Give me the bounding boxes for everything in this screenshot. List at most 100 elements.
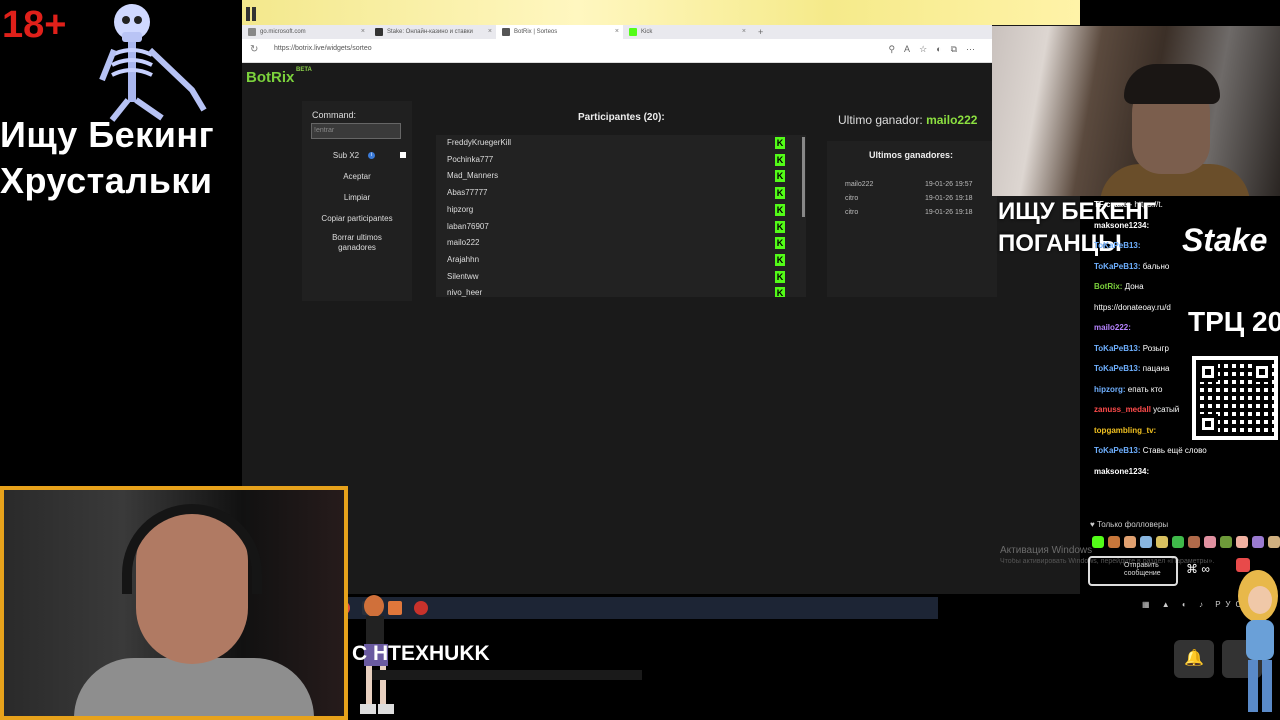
chat-username[interactable]: ToKaPeB13: bbox=[1094, 446, 1141, 455]
followers-only-label: ♥ Только фолловеры bbox=[1090, 520, 1169, 529]
streamer-name: C HTEXHUKK bbox=[352, 642, 490, 665]
chat-more-icon[interactable]: ⌘ ∞ bbox=[1186, 562, 1210, 576]
emote-icon[interactable] bbox=[1124, 536, 1136, 548]
botrix-logo: BotRix BETA bbox=[246, 67, 312, 86]
winner-name: citro bbox=[845, 195, 859, 202]
chat-username[interactable]: maksone1234: bbox=[1094, 467, 1149, 476]
emote-icon[interactable] bbox=[1092, 536, 1104, 548]
limpiar-button[interactable]: Limpiar bbox=[302, 193, 412, 203]
participant-row: Silentww K bbox=[436, 269, 806, 286]
strip-marker bbox=[252, 7, 256, 21]
chat-text: епать кто bbox=[1127, 384, 1163, 394]
tab-favicon-icon bbox=[248, 28, 256, 36]
participant-row: Mad_Manners K bbox=[436, 168, 806, 185]
tab-stake[interactable]: Stake: Онлайн-казино и ставки × bbox=[369, 25, 496, 39]
last-winner-label: Ultimo ganador: bbox=[838, 113, 923, 127]
reload-icon[interactable]: ↻ bbox=[250, 44, 258, 55]
chat-message: ToKaPeB13: Розыгр bbox=[1094, 344, 1169, 353]
windows-activation-title: Активация Windows bbox=[1000, 545, 1093, 556]
participant-row: hipzorg K bbox=[436, 202, 806, 219]
kick-icon: K bbox=[775, 220, 785, 233]
emote-icon[interactable] bbox=[1268, 536, 1280, 548]
borrar-ganadores-button[interactable]: Borrar ultimos ganadores bbox=[302, 233, 412, 253]
participant-name: Pochinka777 bbox=[447, 154, 494, 164]
trc-text: ТРЦ 20 bbox=[1188, 306, 1280, 337]
emote-icon[interactable] bbox=[1156, 536, 1168, 548]
url-field[interactable]: https://botrix.live/widgets/sorteo bbox=[274, 45, 372, 52]
botrix-page: BotRix BETA Command: !entrar Sub X2 i Ac… bbox=[242, 63, 997, 594]
participant-row: nivo_heer K bbox=[436, 285, 806, 297]
window-top-strip bbox=[242, 0, 1080, 25]
tab-microsoft[interactable]: go.microsoft.com × bbox=[242, 25, 369, 39]
emote-icon[interactable] bbox=[1220, 536, 1232, 548]
command-label: Command: bbox=[312, 110, 357, 120]
tab-close-icon[interactable]: × bbox=[742, 25, 746, 39]
last-winner-name: mailo222 bbox=[926, 113, 978, 127]
cam-shirt bbox=[74, 658, 314, 716]
kick-icon: K bbox=[775, 137, 785, 149]
toolbar-icons[interactable]: ⚲A☆◐⧉⋯ bbox=[888, 44, 984, 55]
tab-botrix[interactable]: BotRix | Sorteos × bbox=[496, 25, 623, 39]
chat-username[interactable]: ToKaPeB13: bbox=[1094, 344, 1141, 353]
sub-x2-checkbox[interactable] bbox=[400, 152, 406, 158]
bottom-subtitle-bar bbox=[372, 670, 642, 680]
participant-row: laban76907 K bbox=[436, 219, 806, 236]
obs-icon[interactable] bbox=[414, 601, 428, 615]
participant-name: hipzorg bbox=[447, 204, 474, 214]
emote-icon[interactable] bbox=[1236, 536, 1248, 548]
chat-send-field[interactable]: Отправить сообщение bbox=[1088, 556, 1178, 586]
kick-icon: K bbox=[775, 153, 785, 166]
tab-close-icon[interactable]: × bbox=[361, 25, 365, 39]
chat-message: zanuss_medall усатый bbox=[1094, 405, 1179, 414]
chat-username[interactable]: mailo222: bbox=[1094, 323, 1131, 332]
chat-text: Ставь ещё слово bbox=[1142, 446, 1207, 455]
chat-username[interactable]: zanuss_medall bbox=[1094, 405, 1151, 414]
tab-kick[interactable]: Kick × bbox=[623, 25, 750, 39]
winners-title: Ultimos ganadores: bbox=[869, 150, 954, 160]
command-panel: Command: !entrar Sub X2 i Aceptar Limpia… bbox=[302, 101, 412, 301]
chat-username[interactable]: BotRix: bbox=[1094, 282, 1122, 291]
command-input[interactable]: !entrar bbox=[311, 123, 401, 139]
chat-message: ToKaPeB13: bbox=[1094, 241, 1141, 250]
winner-name: citro bbox=[845, 209, 859, 216]
chat-username[interactable]: ToKaPeB13: bbox=[1094, 241, 1141, 250]
aceptar-button[interactable]: Aceptar bbox=[302, 172, 412, 182]
logo-text: BotRix bbox=[246, 69, 295, 86]
emote-icon[interactable] bbox=[1172, 536, 1184, 548]
kick-icon: K bbox=[775, 203, 785, 216]
emote-icon[interactable] bbox=[1252, 536, 1264, 548]
tab-close-icon[interactable]: × bbox=[615, 25, 619, 39]
chat-send-label: Отправить сообщение bbox=[1124, 562, 1161, 577]
stake-logo: Stake bbox=[1182, 222, 1268, 258]
emote-icon[interactable] bbox=[1188, 536, 1200, 548]
chat-username[interactable]: maksone1234: bbox=[1094, 221, 1149, 230]
emote-icon[interactable] bbox=[1140, 536, 1152, 548]
participant-name: mailo222 bbox=[447, 238, 480, 248]
copiar-participantes-button[interactable]: Copiar participantes bbox=[302, 214, 412, 224]
info-icon[interactable]: i bbox=[368, 152, 375, 159]
chat-username[interactable]: topgambling_tv: bbox=[1094, 426, 1156, 435]
chat-username[interactable]: ToKaPeB13: bbox=[1094, 364, 1141, 373]
tab-label: Kick bbox=[641, 29, 653, 35]
chat-text: - https://t. bbox=[1129, 200, 1163, 209]
tab-label: go.microsoft.com bbox=[260, 29, 306, 35]
kick-icon: K bbox=[775, 270, 785, 283]
kick-icon: K bbox=[775, 287, 785, 297]
chat-message: ToKaPeB13: бально bbox=[1094, 262, 1169, 271]
new-tab-button[interactable]: + bbox=[750, 25, 763, 39]
browser-tabs: go.microsoft.com × Stake: Онлайн-казино … bbox=[242, 25, 992, 39]
chat-username[interactable]: TF стаке bbox=[1094, 200, 1127, 209]
kick-icon: K bbox=[775, 170, 785, 183]
chat-username[interactable]: hipzorg: bbox=[1094, 385, 1126, 394]
winner-row: mailo222 19-01-26 19:57 bbox=[845, 181, 985, 188]
emote-icon[interactable] bbox=[1108, 536, 1120, 548]
chat-username[interactable]: ToKaPeB13: bbox=[1094, 262, 1141, 271]
tab-label: Stake: Онлайн-казино и ставки bbox=[387, 29, 473, 35]
tab-close-icon[interactable]: × bbox=[488, 25, 492, 39]
participant-row: Arajahhn K bbox=[436, 252, 806, 269]
bell-icon[interactable]: 🔔 bbox=[1174, 640, 1214, 678]
left-webcam bbox=[0, 486, 348, 720]
winner-name: mailo222 bbox=[845, 181, 874, 188]
participant-name: laban76907 bbox=[447, 221, 489, 231]
emote-icon[interactable] bbox=[1204, 536, 1216, 548]
